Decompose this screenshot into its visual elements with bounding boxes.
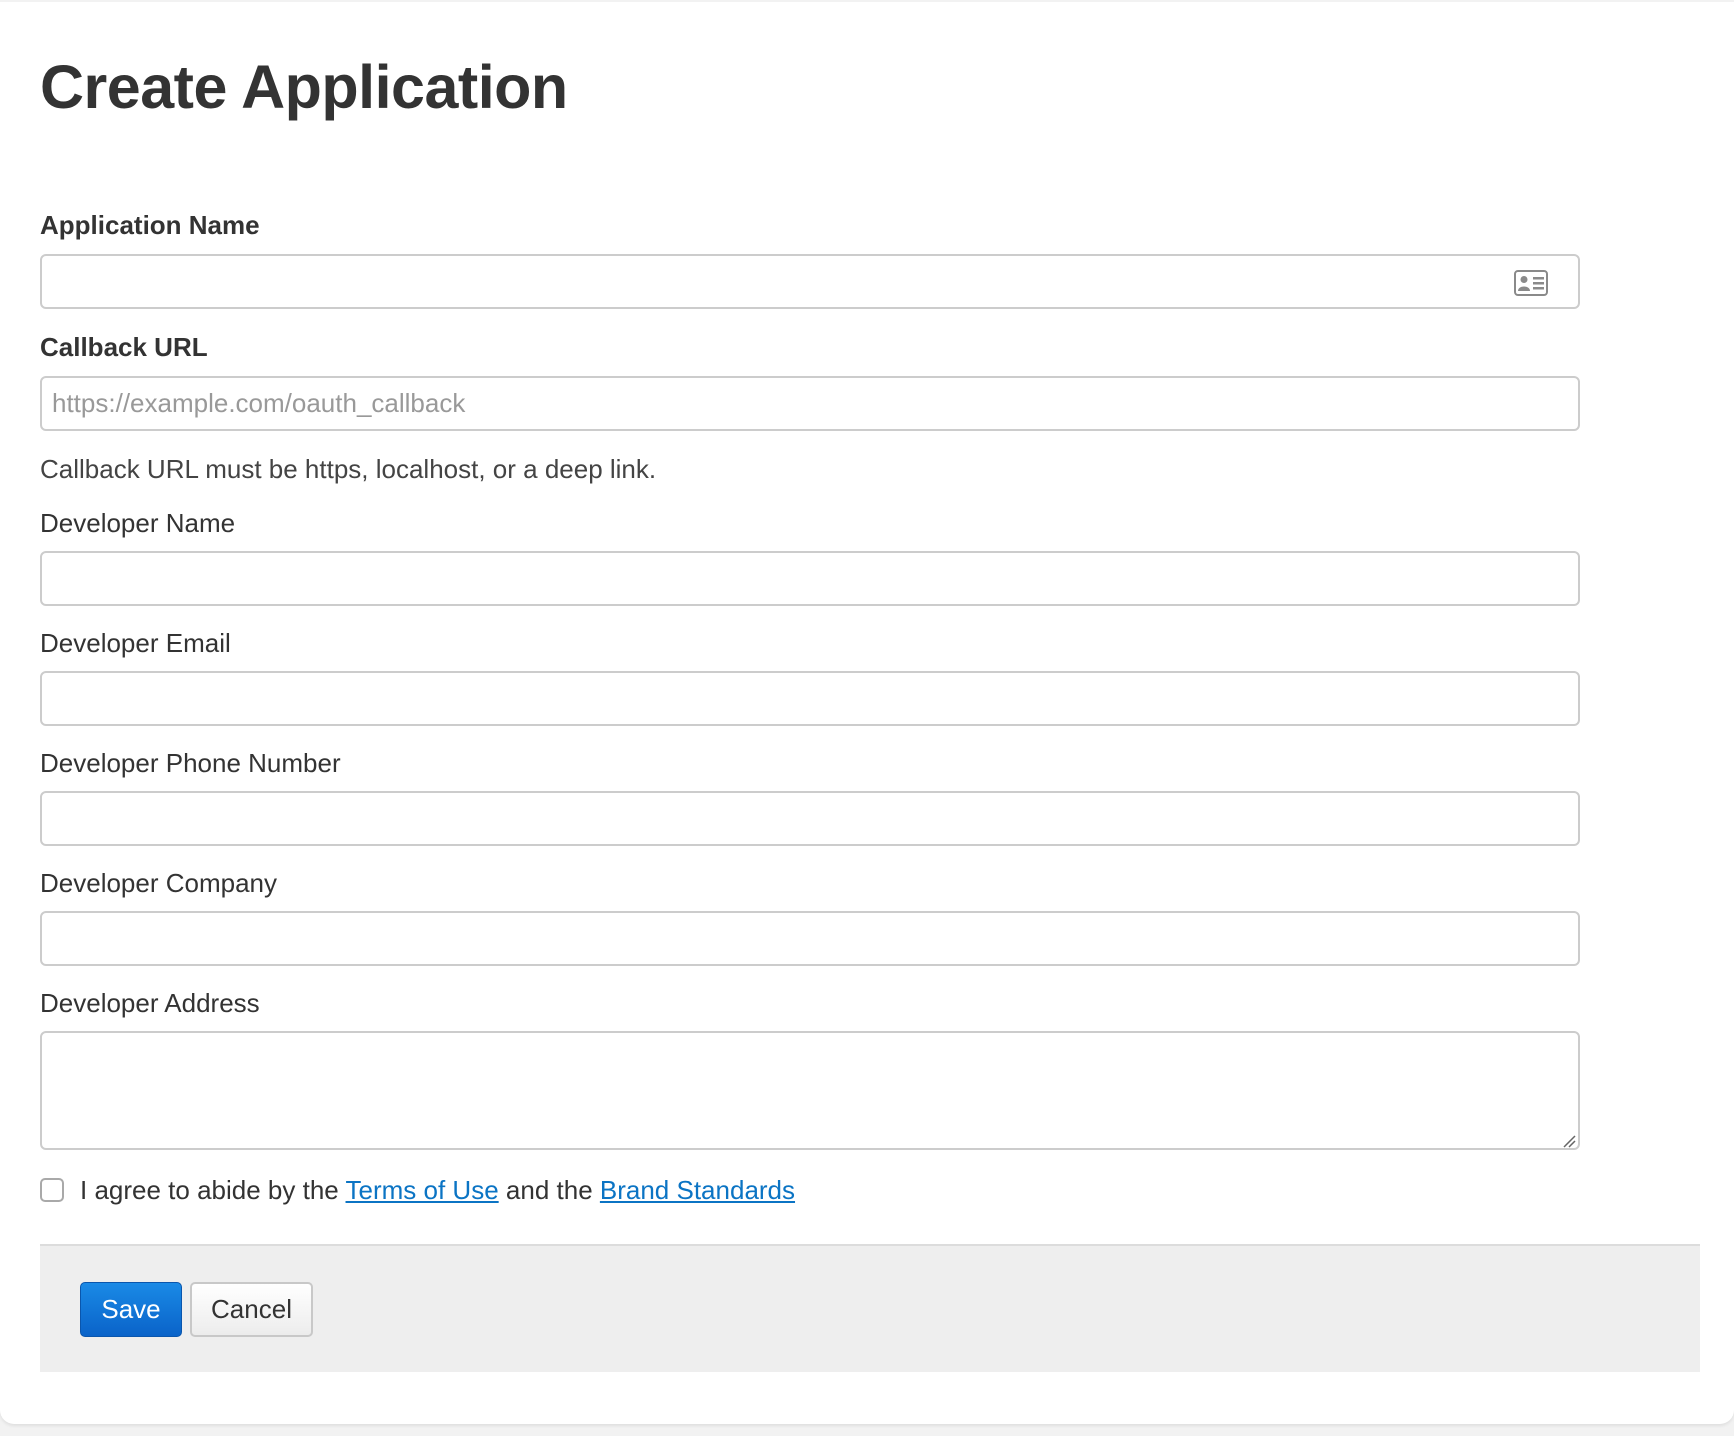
developer-name-label: Developer Name [40, 508, 236, 538]
resize-grip-icon[interactable] [1562, 1134, 1576, 1148]
developer-company-input[interactable] [40, 911, 1580, 966]
agreement-prefix: I agree to abide by the [80, 1175, 339, 1205]
form-actions-bar: Save Cancel [40, 1244, 1700, 1372]
agreement-text: I agree to abide by the Terms of Use and… [80, 1175, 795, 1205]
developer-phone-label: Developer Phone Number [40, 748, 341, 778]
developer-email-label: Developer Email [40, 628, 231, 658]
callback-url-label: Callback URL [40, 332, 208, 362]
cancel-button[interactable]: Cancel [190, 1282, 313, 1337]
page-title: Create Application [40, 53, 568, 121]
developer-name-input[interactable] [40, 551, 1580, 606]
application-name-label: Application Name [40, 210, 260, 240]
developer-email-input[interactable] [40, 671, 1580, 726]
create-application-page: Create Application Application Name Call… [0, 2, 1734, 1424]
developer-company-label: Developer Company [40, 868, 278, 898]
developer-address-textarea[interactable] [40, 1031, 1580, 1150]
application-name-input[interactable] [40, 254, 1580, 309]
agreement-middle: and the [505, 1175, 593, 1205]
developer-address-label: Developer Address [40, 988, 260, 1018]
save-button[interactable]: Save [80, 1282, 182, 1337]
contact-card-icon[interactable] [1514, 270, 1548, 296]
developer-phone-input[interactable] [40, 791, 1580, 846]
callback-url-help-text: Callback URL must be https, localhost, o… [40, 454, 657, 484]
agree-checkbox[interactable] [40, 1178, 64, 1202]
brand-standards-link[interactable]: Brand Standards [600, 1175, 795, 1205]
callback-url-input[interactable] [40, 376, 1580, 431]
agreement-row: I agree to abide by the Terms of Use and… [40, 1172, 795, 1208]
terms-of-use-link[interactable]: Terms of Use [346, 1175, 499, 1205]
